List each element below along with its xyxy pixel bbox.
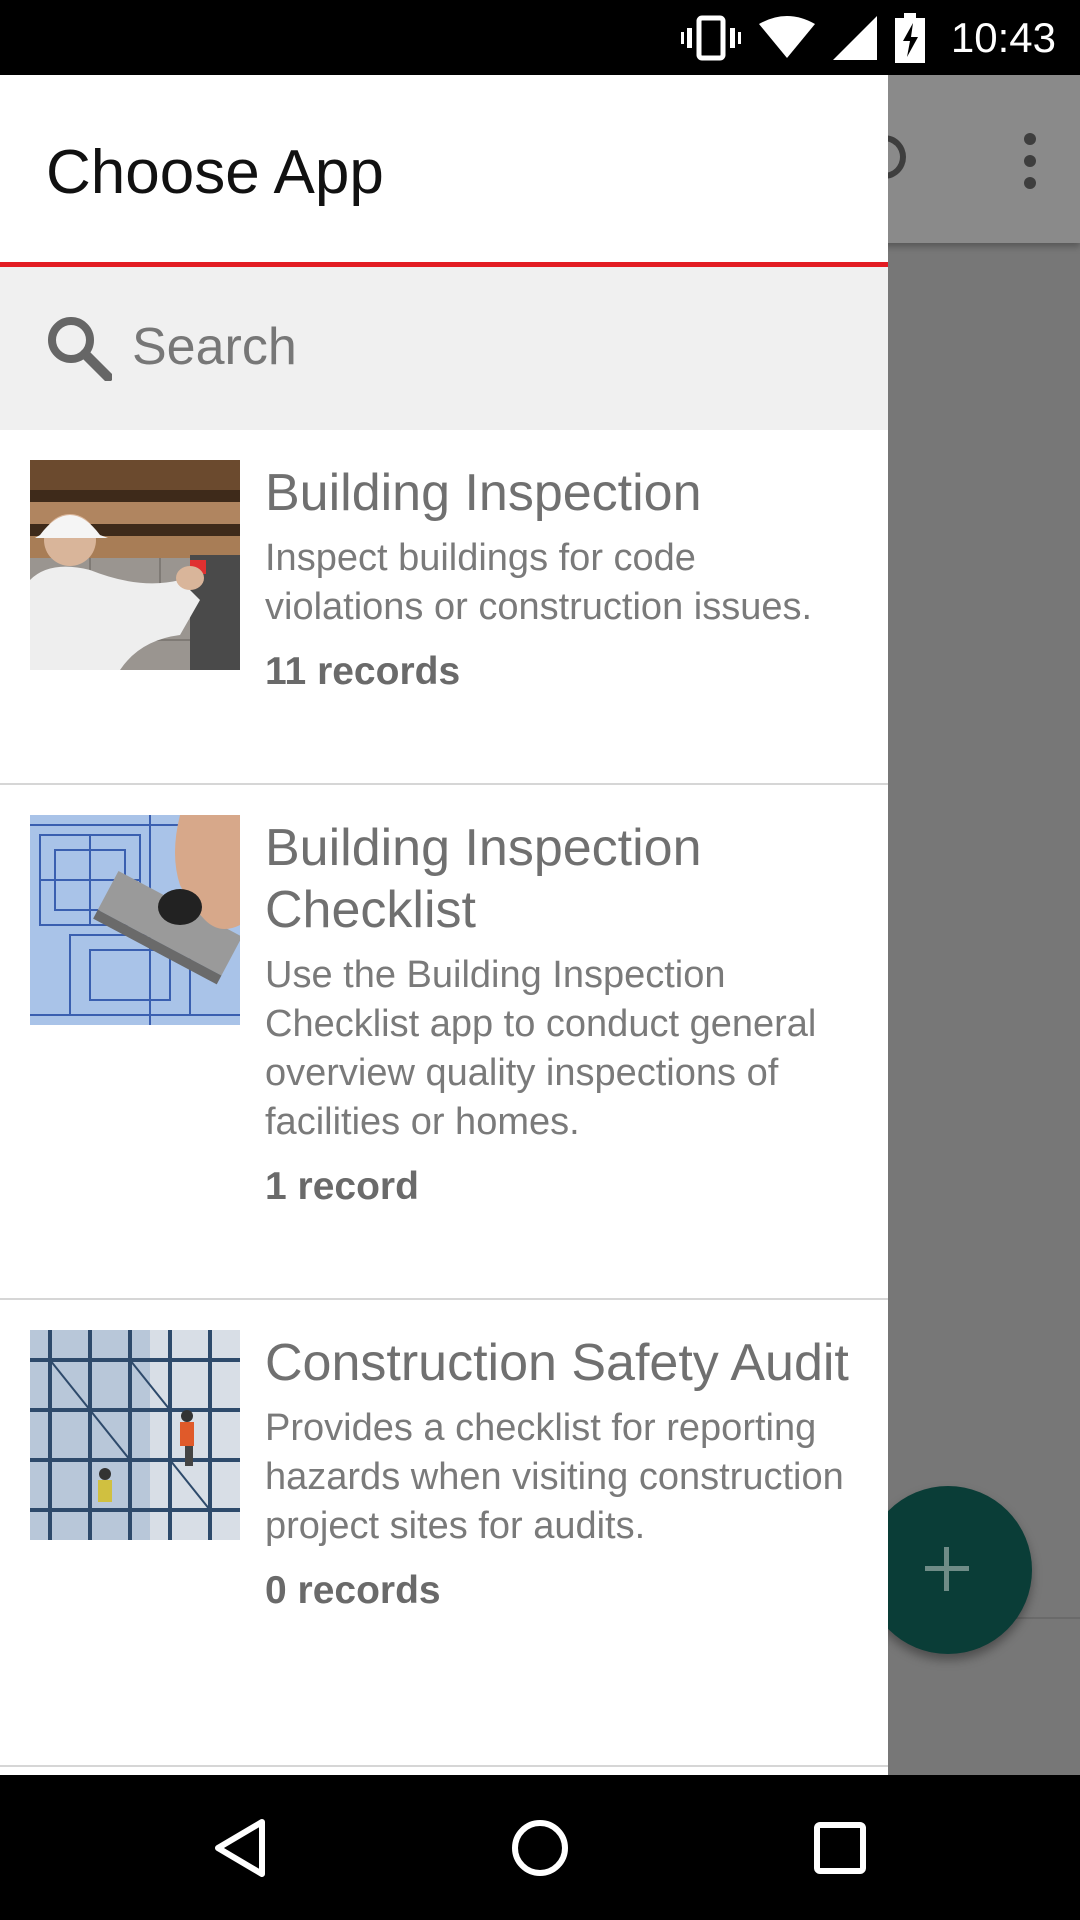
drawer-title: Choose App <box>46 138 384 207</box>
search-input[interactable] <box>132 307 832 387</box>
home-icon <box>512 1819 568 1876</box>
battery-charging-icon <box>894 12 925 63</box>
navigation-bar <box>0 1775 1080 1920</box>
app-item-text: Building Inspection Inspect buildings fo… <box>265 430 888 724</box>
app-item-text: Building Inspection Checklist Use the Bu… <box>265 785 888 1239</box>
search-icon <box>48 317 112 381</box>
app-description: Use the Building Inspection Checklist ap… <box>265 954 817 1143</box>
app-record-count: 11 records <box>265 650 461 693</box>
app-description: Inspect buildings for code violations or… <box>265 537 813 628</box>
app-item-text: Construction Safety Audit Provides a che… <box>265 1300 888 1643</box>
cell-signal-icon <box>832 15 877 60</box>
building-inspection-thumbnail <box>30 460 240 670</box>
app-item-building-inspection-checklist[interactable]: Building Inspection Checklist Use the Bu… <box>0 785 888 1300</box>
choose-app-drawer: Choose App Search Building Inspection In… <box>0 75 888 1775</box>
app-list: Building Inspection Inspect buildings fo… <box>0 430 888 1767</box>
app-record-count: 1 record <box>265 1165 419 1208</box>
vibrate-icon <box>680 15 741 60</box>
status-icons: 10:43 <box>680 0 1056 75</box>
app-name: Building Inspection <box>265 464 702 522</box>
app-item-building-inspection[interactable]: Building Inspection Inspect buildings fo… <box>0 430 888 785</box>
back-button[interactable] <box>140 1775 340 1920</box>
wifi-icon <box>758 15 815 58</box>
app-record-count: 0 records <box>265 1569 441 1612</box>
overflow-menu-icon[interactable] <box>1022 133 1038 189</box>
status-time: 10:43 <box>950 13 1056 61</box>
app-item-construction-safety-audit[interactable]: Construction Safety Audit Provides a che… <box>0 1300 888 1767</box>
search-bar[interactable] <box>0 267 888 430</box>
building-inspection-checklist-thumbnail <box>30 815 240 1025</box>
construction-safety-audit-thumbnail <box>30 1330 240 1540</box>
status-bar: 10:43 <box>0 0 1080 75</box>
app-name: Construction Safety Audit <box>265 1334 849 1392</box>
home-button[interactable] <box>440 1775 640 1920</box>
recents-icon <box>814 1821 866 1874</box>
back-icon <box>215 1818 265 1877</box>
plus-icon-vertical <box>944 1547 949 1591</box>
recents-button[interactable] <box>740 1775 940 1920</box>
drawer-header: Choose App <box>0 75 888 267</box>
app-description: Provides a checklist for reporting hazar… <box>265 1407 844 1547</box>
app-name: Building Inspection Checklist <box>265 819 702 939</box>
